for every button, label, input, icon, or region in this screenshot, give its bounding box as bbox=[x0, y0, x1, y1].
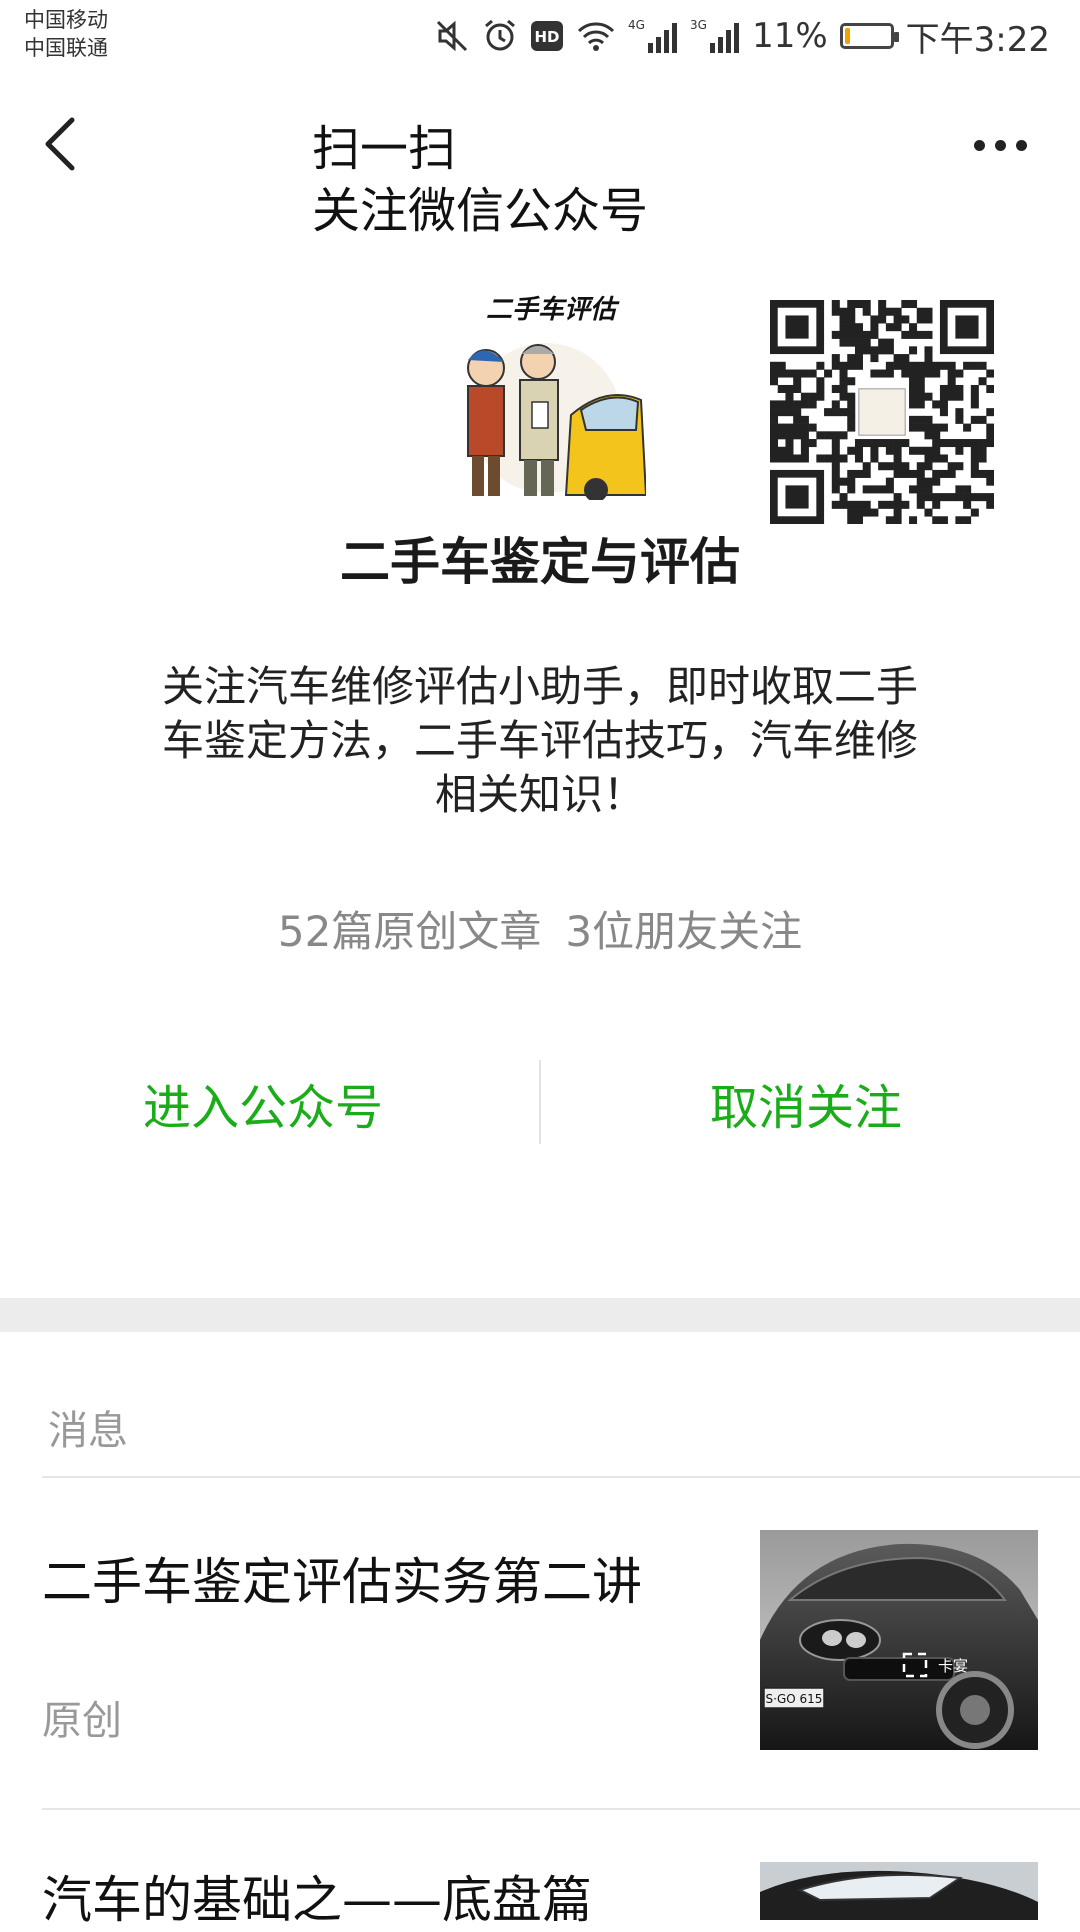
svg-text:4G: 4G bbox=[628, 18, 645, 32]
article-thumbnail: S·GO 615 卡宴 bbox=[760, 1530, 1038, 1750]
original-articles-count: 52篇原创文章 bbox=[277, 907, 542, 956]
hd-icon: HD bbox=[530, 20, 564, 52]
license-plate: S·GO 615 bbox=[766, 1692, 823, 1706]
wifi-icon bbox=[576, 19, 616, 53]
action-bar: 进入公众号 取消关注 bbox=[0, 1050, 1080, 1150]
thumbnail-watermark: 卡宴 bbox=[938, 1657, 968, 1675]
article-item[interactable]: 汽车的基础之——底盘篇 bbox=[0, 1810, 1080, 1929]
page-title-line-2: 关注微信公众号 bbox=[312, 183, 649, 239]
signal-4g-icon: 4G bbox=[628, 17, 678, 55]
unfollow-button[interactable]: 取消关注 bbox=[710, 1068, 902, 1138]
enter-account-button[interactable]: 进入公众号 bbox=[143, 1068, 383, 1138]
signal-3g-icon: 3G bbox=[690, 17, 740, 55]
mute-icon bbox=[434, 18, 470, 54]
battery-icon bbox=[839, 23, 899, 49]
section-separator bbox=[0, 1298, 1080, 1332]
original-tag: 原创 bbox=[42, 1698, 122, 1744]
account-description: 关注汽车维修评估小助手，即时收取二手车鉴定方法，二手车评估技巧，汽车维修相关知识… bbox=[161, 662, 918, 819]
account-name: 二手车鉴定与评估 bbox=[340, 533, 740, 591]
action-divider bbox=[539, 1060, 541, 1144]
messages-section-label: 消息 bbox=[48, 1408, 128, 1454]
more-dots-icon bbox=[973, 139, 985, 151]
back-button[interactable] bbox=[36, 112, 96, 182]
chevron-left-icon bbox=[45, 117, 75, 171]
battery-percent: 11% bbox=[752, 16, 828, 56]
article-title: 汽车的基础之——底盘篇 bbox=[42, 1871, 592, 1929]
friends-following-count: 3位朋友关注 bbox=[565, 907, 803, 956]
more-button[interactable] bbox=[960, 120, 1040, 170]
clock: 下午3:22 bbox=[905, 19, 1050, 60]
carrier-info: 中国移动 中国联通 bbox=[24, 6, 108, 62]
account-avatar: 二手车评估 bbox=[446, 290, 648, 502]
article-thumbnail bbox=[760, 1862, 1038, 1920]
status-bar: 中国移动 中国联通 HD 4G 3G 11% 下午3:22 bbox=[0, 0, 1080, 78]
carrier-1: 中国移动 bbox=[24, 8, 108, 32]
article-title: 二手车鉴定评估实务第二讲 bbox=[42, 1553, 642, 1611]
svg-text:3G: 3G bbox=[690, 18, 707, 32]
qr-code bbox=[770, 300, 995, 525]
account-stats: 52篇原创文章 3位朋友关注 bbox=[0, 898, 1080, 959]
svg-text:HD: HD bbox=[535, 28, 560, 46]
status-icons: HD 4G 3G 11% 下午3:22 bbox=[434, 14, 1050, 60]
carrier-2: 中国联通 bbox=[24, 36, 108, 60]
page-title-line-1: 扫一扫 bbox=[312, 121, 457, 177]
article-item[interactable]: 二手车鉴定评估实务第二讲 原创 S·GO 615 卡宴 bbox=[0, 1478, 1080, 1808]
avatar-caption: 二手车评估 bbox=[486, 295, 620, 325]
page-title: 扫一扫 关注微信公众号 bbox=[312, 118, 648, 242]
alarm-icon bbox=[482, 18, 518, 54]
